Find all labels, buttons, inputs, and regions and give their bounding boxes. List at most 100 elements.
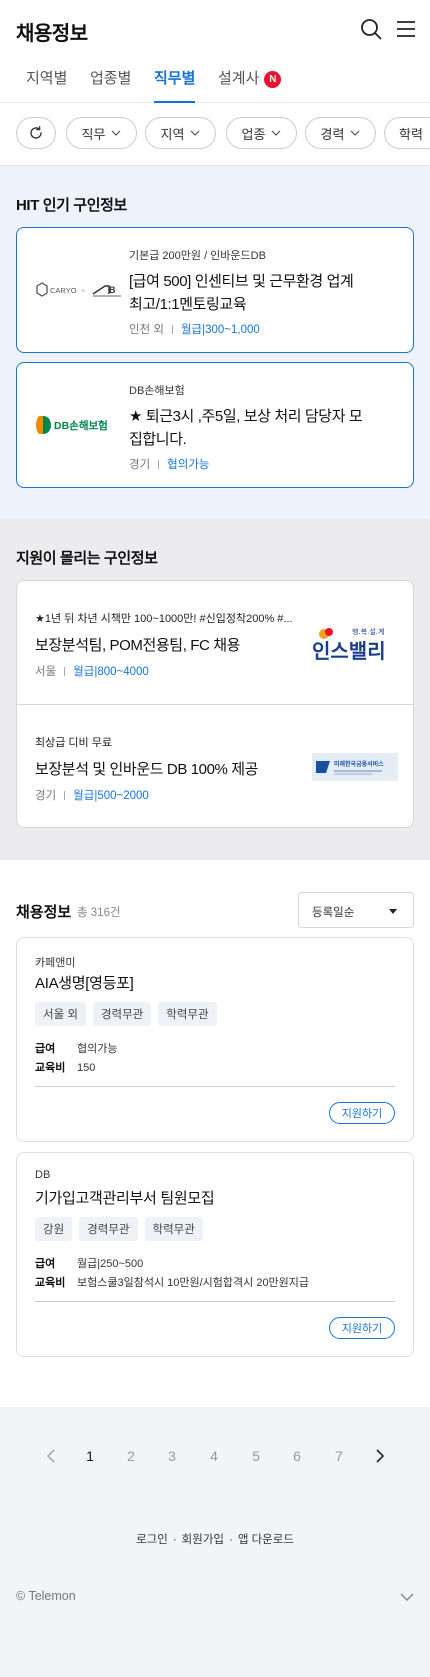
- job-card[interactable]: DB 기가입고객관리부서 팀원모집 강원 경력무관 학력무관 급여 월급|250~…: [16, 1152, 414, 1357]
- apply-button[interactable]: 지원하기: [329, 1102, 395, 1124]
- hamburger-menu-icon[interactable]: [395, 19, 417, 39]
- page-number[interactable]: 3: [162, 1448, 182, 1464]
- chevron-down-icon: [351, 130, 360, 136]
- link-separator: ·: [172, 1534, 177, 1546]
- chevron-down-icon[interactable]: [400, 1592, 414, 1602]
- job-tag: 학력무관: [158, 1002, 217, 1026]
- filter-education[interactable]: 학력: [384, 117, 430, 149]
- section-title: HIT 인기 구인정보: [16, 197, 127, 214]
- job-subtitle: ★1년 뒤 차년 시책만 100~1000만! #신입정착200% #...: [35, 613, 293, 625]
- company-logo: 행.복.설.계 인스밸리: [312, 627, 386, 663]
- filter-label: 학력: [399, 126, 423, 142]
- apply-button[interactable]: 지원하기: [329, 1317, 395, 1339]
- svg-text:×: ×: [81, 288, 85, 295]
- meta-divider: [64, 791, 66, 800]
- meta-divider: [171, 325, 173, 334]
- page-number[interactable]: 7: [329, 1448, 349, 1464]
- chevron-down-icon: [191, 130, 200, 136]
- new-badge: N: [264, 71, 282, 88]
- popular-jobs-section: 지원이 몰리는 구인정보 ★1년 뒤 차년 시책만 100~1000만! #신입…: [0, 519, 430, 860]
- meta-divider: [158, 460, 160, 469]
- job-pay: 협의가능: [167, 459, 210, 471]
- pay-value: 협의가능: [77, 1043, 118, 1055]
- job-pay: 월급|300~1,000: [180, 324, 260, 336]
- education-fee-row: 교육비 150: [35, 1059, 95, 1075]
- job-region: 경기: [129, 459, 151, 471]
- svg-text:CARYO: CARYO: [50, 286, 77, 295]
- sort-label: 등록일순: [312, 907, 355, 919]
- link-separator: ·: [228, 1534, 233, 1546]
- page-number[interactable]: 5: [246, 1448, 266, 1464]
- page-number[interactable]: 6: [287, 1448, 307, 1464]
- company-name: 카페앤미: [35, 957, 76, 969]
- result-count: 총 316건: [77, 907, 121, 919]
- job-tag: 강원: [35, 1217, 73, 1241]
- education-fee-value: 보험스쿨3일참석시 10만원/시험합격시 20만원지급: [77, 1277, 310, 1289]
- pay-label: 급여: [35, 1043, 56, 1055]
- filter-bar: 직무 지역 업종 경력 학력: [0, 103, 430, 166]
- pay-row: 급여 협의가능: [35, 1040, 117, 1056]
- job-headline: [급여 500] 인센티브 및 근무환경 업계 최고/1:1멘토링교육: [129, 273, 354, 313]
- company-logo: DB손해보험: [36, 416, 108, 434]
- company-logo: CARYO × B: [36, 282, 121, 297]
- signup-link[interactable]: 회원가입: [182, 1534, 224, 1546]
- job-meta: 인천 외 월급|300~1,000: [129, 321, 260, 337]
- job-tag: 서울 외: [35, 1002, 86, 1026]
- job-region: 인천 외: [129, 324, 164, 336]
- chevron-down-icon: [272, 130, 281, 136]
- page-title: 채용정보: [16, 23, 88, 45]
- job-card[interactable]: 카페앤미 AIA생명[영등포] 서울 외 경력무관 학력무관 급여 협의가능 교육…: [16, 937, 414, 1142]
- sort-select[interactable]: 등록일순: [298, 892, 414, 928]
- page-number[interactable]: 1: [80, 1448, 100, 1464]
- job-tag: 학력무관: [144, 1217, 203, 1241]
- pay-row: 급여 월급|250~500: [35, 1255, 143, 1271]
- filter-industry[interactable]: 업종: [226, 117, 297, 149]
- reset-filter-button[interactable]: [16, 117, 56, 149]
- filter-career[interactable]: 경력: [305, 117, 376, 149]
- divider: [35, 1086, 395, 1087]
- filter-label: 경력: [320, 126, 345, 142]
- filter-region[interactable]: 지역: [145, 117, 216, 149]
- job-meta: 서울 월급|800~4000: [35, 663, 149, 679]
- job-subtitle: 최상급 디비 무료: [35, 737, 112, 749]
- tab-label: 업종별: [90, 70, 132, 87]
- pagination: 1 2 3 4 5 6 7: [0, 1407, 430, 1505]
- list-header: 채용정보 총 316건 등록일순: [16, 892, 414, 928]
- filter-job[interactable]: 직무: [66, 117, 137, 149]
- app-header: 채용정보: [0, 0, 430, 55]
- tab-planner[interactable]: 설계사 N: [218, 67, 282, 103]
- svg-text:미래한국금융서비스: 미래한국금융서비스: [334, 760, 384, 768]
- job-tag: 경력무관: [92, 1002, 152, 1026]
- job-title: AIA생명[영등포]: [35, 975, 134, 992]
- chevron-right-icon[interactable]: [373, 1449, 387, 1463]
- job-tag: 경력무관: [79, 1217, 138, 1241]
- category-tabs: 지역별 업종별 직무별 설계사 N: [0, 55, 430, 103]
- logo-text: DB손해보험: [54, 419, 108, 432]
- hit-job-card[interactable]: CARYO × B 기본급 200만원 / 인바운드DB [급여 500] 인센…: [16, 227, 414, 353]
- svg-text:인스밸리: 인스밸리: [312, 639, 386, 663]
- recruit-list-section: 채용정보 총 316건 등록일순 카페앤미 AIA생명[영등포] 서울 외 경력…: [0, 860, 430, 1407]
- tab-region[interactable]: 지역별: [26, 67, 67, 103]
- svg-text:행.복.설.계: 행.복.설.계: [352, 627, 384, 636]
- popular-job-item[interactable]: ★1년 뒤 차년 시책만 100~1000만! #신입정착200% #... 보…: [17, 581, 413, 704]
- job-meta: 경기 협의가능: [129, 456, 210, 472]
- education-fee-label: 교육비: [35, 1277, 66, 1289]
- pay-label: 급여: [35, 1258, 56, 1270]
- tab-industry[interactable]: 업종별: [90, 67, 131, 103]
- filter-label: 직무: [81, 126, 106, 142]
- page-number[interactable]: 2: [121, 1448, 141, 1464]
- job-subtitle: 기본급 200만원 / 인바운드DB: [129, 250, 266, 262]
- job-tags: 서울 외 경력무관 학력무관: [35, 1002, 217, 1026]
- chevron-left-icon[interactable]: [44, 1449, 58, 1463]
- popular-job-item[interactable]: 최상급 디비 무료 보장분석 및 인바운드 DB 100% 제공 경기 월급|50…: [17, 704, 413, 827]
- hit-job-card[interactable]: DB손해보험 DB손해보험 ★ 퇴근3시 ,주5일, 보상 처리 담당자 모집합…: [16, 362, 414, 488]
- tab-job[interactable]: 직무별: [154, 67, 196, 103]
- page-number[interactable]: 4: [204, 1448, 224, 1464]
- app-download-link[interactable]: 앱 다운로드: [238, 1534, 294, 1546]
- svg-text:B: B: [109, 285, 116, 295]
- login-link[interactable]: 로그인: [136, 1534, 168, 1546]
- job-region: 경기: [35, 790, 57, 802]
- search-icon[interactable]: [360, 18, 382, 40]
- filter-label: 지역: [160, 126, 185, 142]
- tab-label: 직무별: [154, 70, 196, 87]
